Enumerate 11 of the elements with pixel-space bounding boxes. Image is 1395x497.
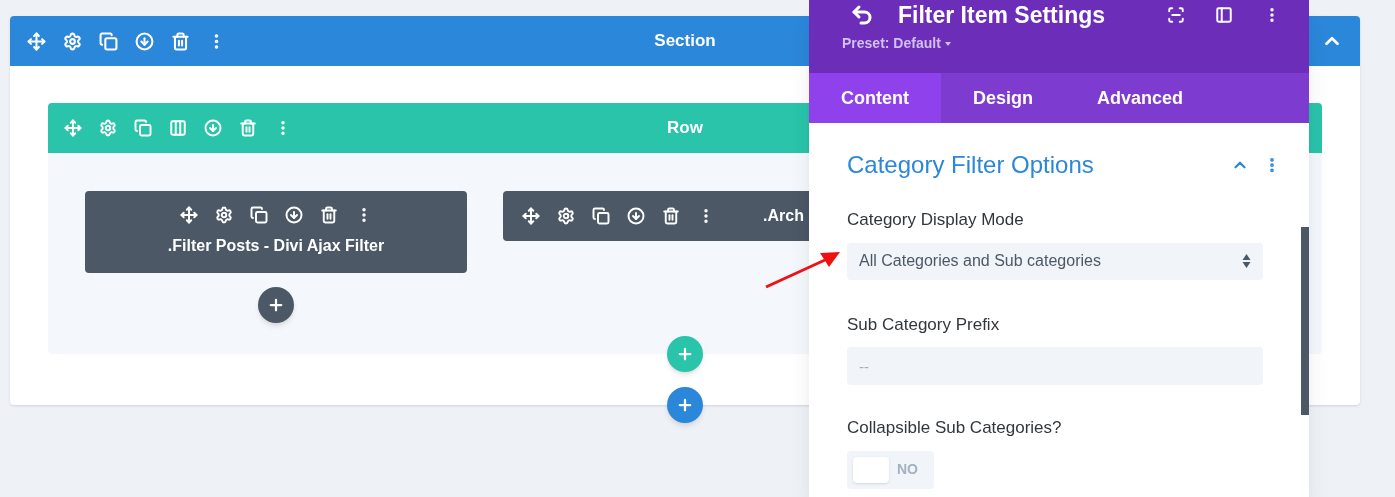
field-label: Collapsible Sub Categories? (847, 417, 1063, 439)
tab[interactable]: Content (809, 73, 941, 123)
row-title: Row (667, 117, 703, 140)
module-card[interactable]: .Filter Posts - Divi Ajax Filter (85, 191, 467, 273)
section-title: Section (654, 30, 716, 53)
text-field[interactable]: -- (847, 347, 1263, 385)
module-title: .Filter Posts - Divi Ajax Filter (167, 236, 385, 256)
preset-dropdown[interactable]: Preset: Default (842, 33, 951, 54)
module-title: .Arch (763, 206, 804, 226)
select-field[interactable]: All Categories and Sub categories (847, 242, 1263, 280)
field-label: Sub Category Prefix (847, 313, 1001, 336)
